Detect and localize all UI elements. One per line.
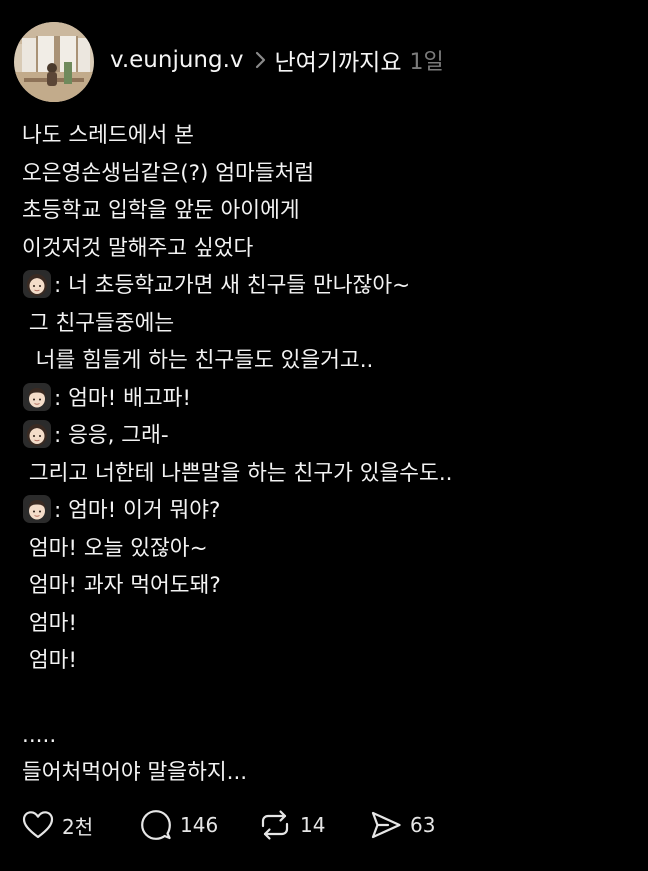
post-line-text: : 엄마! 배고파! xyxy=(54,385,192,411)
post-line: 엄마! 과자 먹어도돼? xyxy=(22,567,632,605)
post-line-text: 초등학교 입학을 앞둔 아이에게 xyxy=(22,198,300,223)
share-button[interactable]: 63 xyxy=(370,810,435,840)
post-line: 오은영손생님같은(?) 엄마들처럼 xyxy=(22,155,632,193)
post-line: 그 친구들중에는 xyxy=(22,305,632,343)
post-line-text: 엄마! 오늘 있잖아~ xyxy=(22,535,208,561)
action-bar: 2천 146 14 63 xyxy=(22,805,435,845)
post-line: 나도 스레드에서 본 xyxy=(22,117,632,155)
reply-button[interactable]: 146 xyxy=(140,809,258,841)
post-line: 엄마! xyxy=(22,605,632,643)
like-button[interactable]: 2천 xyxy=(22,810,140,840)
post-body: 나도 스레드에서 본 오은영손생님같은(?) 엄마들처럼 초등학교 입학을 앞둔… xyxy=(22,117,632,792)
post-line-text: 그리고 너한테 나쁜말을 하는 친구가 있을수도.. xyxy=(22,460,453,486)
post-line-text: : 엄마! 이거 뭐야? xyxy=(54,498,221,523)
post-line: 엄마! 오늘 있잖아~ xyxy=(22,530,632,568)
avatar[interactable] xyxy=(14,22,94,102)
post-line-blank xyxy=(22,680,632,717)
repost-button[interactable]: 14 xyxy=(258,809,370,841)
share-count: 63 xyxy=(410,813,436,837)
post-line-text: 엄마! xyxy=(22,610,78,636)
post-line-text: 오은영손생님같은(?) 엄마들처럼 xyxy=(22,160,315,186)
username[interactable]: v.eunjung.v xyxy=(110,47,244,73)
post-line-text: 들어처먹어야 말을하지... xyxy=(22,760,248,785)
post-line: 그리고 너한테 나쁜말을 하는 친구가 있을수도.. xyxy=(22,455,632,493)
post-line: 엄마! xyxy=(22,642,632,680)
post-line-text: 엄마! 과자 먹어도돼? xyxy=(22,573,221,598)
comment-icon xyxy=(141,810,171,840)
repost-count: 14 xyxy=(300,813,326,837)
post-line: : 엄마! 배고파! xyxy=(22,380,632,418)
boy-face-emoji xyxy=(22,494,52,524)
post-line-text: 그 친구들중에는 xyxy=(22,310,175,336)
post-line-text: : 응응, 그래- xyxy=(54,423,169,448)
topic-tag[interactable]: 난여기까지요 xyxy=(275,43,402,77)
like-count: 2천 xyxy=(62,814,94,839)
post-line: 초등학교 입학을 앞둔 아이에게 xyxy=(22,192,632,230)
post-line: ..... xyxy=(22,717,632,755)
post-meta: v.eunjung.v 난여기까지요 1일 xyxy=(110,43,444,77)
send-icon xyxy=(371,811,401,839)
heart-icon xyxy=(22,811,54,839)
post-line-text: 엄마! xyxy=(22,648,78,673)
reply-count: 146 xyxy=(180,813,219,837)
post-line: : 엄마! 이거 뭐야? xyxy=(22,492,632,530)
chevron-right-icon xyxy=(255,51,266,69)
post-line: : 응응, 그래- xyxy=(22,417,632,455)
post-line: 이것저것 말해주고 싶었다 xyxy=(22,230,632,268)
post-line-text: 너를 힘들게 하는 친구들도 있을거고.. xyxy=(22,348,374,373)
post-line-text: 이것저것 말해주고 싶었다 xyxy=(22,235,254,261)
woman-face-emoji xyxy=(22,419,52,449)
post-header: v.eunjung.v 난여기까지요 1일 xyxy=(14,21,444,103)
post-line: 들어처먹어야 말을하지... xyxy=(22,754,632,792)
post-line-text: : 너 초등학교가면 새 친구들 만나잖아~ xyxy=(54,273,411,298)
boy-face-emoji xyxy=(22,382,52,412)
post-time: 1일 xyxy=(409,50,444,75)
post-line: : 너 초등학교가면 새 친구들 만나잖아~ xyxy=(22,267,632,305)
woman-face-emoji xyxy=(22,269,52,299)
post-line-text: ..... xyxy=(22,722,57,748)
post-line-text: 나도 스레드에서 본 xyxy=(22,123,194,148)
post-line: 너를 힘들게 하는 친구들도 있을거고.. xyxy=(22,342,632,380)
repost-icon xyxy=(261,810,289,840)
